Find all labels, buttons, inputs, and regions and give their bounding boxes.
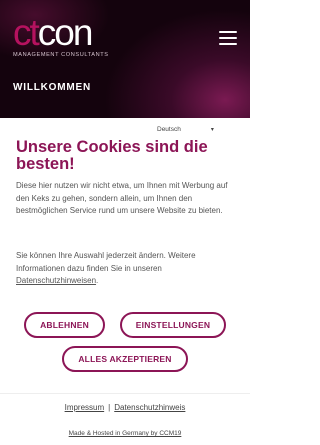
privacy-link[interactable]: Datenschutzhinweis (114, 403, 185, 412)
cookie-dialog-title: Unsere Cookies sind die besten! (16, 138, 208, 173)
settings-button[interactable]: EINSTELLUNGEN (120, 312, 226, 338)
hosted-by-note: Made & Hosted in Germany by CCM19 (0, 430, 250, 437)
cookie-dialog-footer: Impressum | Datenschutzhinweis Made & Host… (0, 393, 250, 445)
cookie-privacy-text: Sie können Ihre Auswahl jederzeit ändern… (16, 250, 238, 288)
ctcon-logo[interactable]: ctcon MANAGEMENT CONSULTANTS (13, 14, 109, 58)
menu-bar-bottom (219, 43, 237, 45)
logo-con: con (37, 12, 94, 53)
impressum-link[interactable]: Impressum (65, 403, 105, 412)
logo-wordmark: ctcon (13, 14, 109, 51)
accept-all-button[interactable]: ALLES AKZEPTIEREN (62, 346, 188, 372)
caret-down-icon: ▾ (210, 127, 214, 133)
page-title: WILLKOMMEN (13, 82, 91, 93)
footer-links: Impressum | Datenschutzhinweis (0, 403, 250, 412)
cookie-intro-text: Diese hier nutzen wir nicht etwa, um Ihn… (16, 181, 228, 215)
site-header: ctcon MANAGEMENT CONSULTANTS WILLKOMMEN (0, 0, 250, 118)
language-select-value: Deutsch (157, 126, 181, 133)
menu-bar-top (219, 31, 237, 33)
hamburger-menu-icon[interactable] (219, 30, 237, 46)
logo-ct: ct (13, 12, 40, 53)
cookie-consent-dialog: Deutsch ▾ Unsere Cookies sind die besten… (0, 118, 250, 393)
privacy-notice-link[interactable]: Datenschutzhinweisen (16, 276, 96, 285)
reject-button[interactable]: ABLEHNEN (24, 312, 105, 338)
footer-separator: | (108, 403, 111, 412)
menu-bar-middle (219, 37, 237, 39)
language-select[interactable]: Deutsch ▾ (157, 126, 214, 133)
hosted-by-link[interactable]: Made & Hosted in Germany by CCM19 (69, 430, 182, 437)
cookie-privacy-prefix: Sie können Ihre Auswahl jederzeit ändern… (16, 251, 196, 273)
logo-tagline: MANAGEMENT CONSULTANTS (13, 52, 109, 58)
cookie-privacy-suffix: . (96, 276, 99, 285)
